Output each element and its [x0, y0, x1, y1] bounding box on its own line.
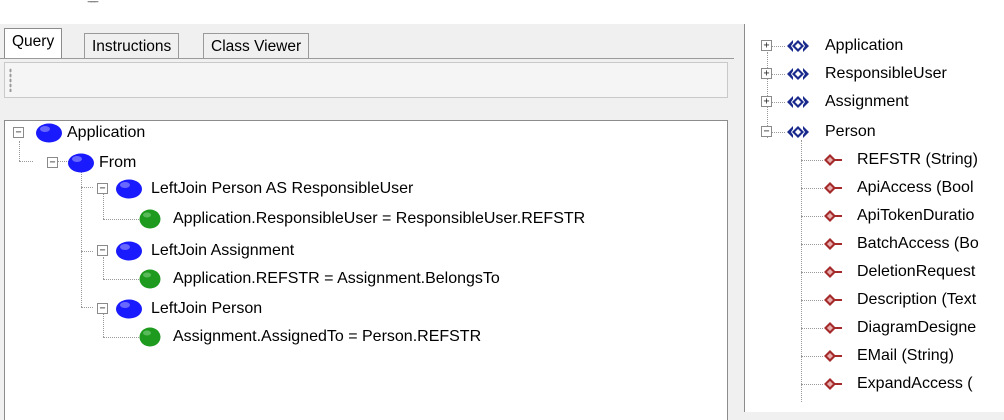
attribute-node[interactable]: ApiTokenDuratio	[745, 204, 1004, 228]
tab-instructions[interactable]: Instructions	[84, 33, 180, 59]
tree-node-label: LeftJoin Person AS ResponsibleUser	[151, 180, 414, 197]
collapse-toggle-icon[interactable]: −	[47, 157, 58, 168]
attribute-node[interactable]: Description (Text	[745, 288, 1004, 312]
attribute-icon	[824, 322, 842, 334]
condition-node-icon	[139, 327, 161, 347]
attribute-label: Description (Text	[857, 291, 977, 308]
attribute-label: ExpandAccess (	[857, 375, 973, 392]
toolbar-grip-handle[interactable]	[9, 68, 12, 92]
tree-node-leftjoin[interactable]: − LeftJoin Person AS ResponsibleUser	[5, 177, 605, 201]
tree-node-leftjoin[interactable]: − LeftJoin Assignment	[5, 239, 605, 263]
class-icon	[787, 40, 809, 52]
attribute-icon	[824, 266, 842, 278]
class-node-responsibleuser[interactable]: + ResponsibleUser	[745, 62, 1004, 86]
attribute-node[interactable]: DeletionRequest	[745, 260, 1004, 284]
attribute-label: ApiAccess (Bool	[857, 179, 974, 196]
tab-query[interactable]: Query	[4, 28, 63, 58]
tab-strip-border	[0, 58, 734, 59]
collapse-toggle-icon[interactable]: −	[97, 303, 108, 314]
query-pane: Query Instructions Class Viewer − Applic…	[0, 24, 734, 420]
tree-node-label: Application	[67, 124, 146, 141]
condition-node-icon	[139, 269, 161, 289]
attribute-label: ApiTokenDuratio	[857, 207, 975, 224]
entity-node-icon	[68, 153, 94, 173]
toolbar-remnant-glyph: ‾‾‾	[88, 0, 98, 14]
attribute-node[interactable]: ExpandAccess (	[745, 372, 1004, 396]
attribute-icon	[824, 294, 842, 306]
tree-node-label: From	[99, 154, 137, 171]
attribute-label: DeletionRequest	[857, 263, 976, 280]
attribute-icon	[824, 378, 842, 390]
tree-node-label: LeftJoin Assignment	[151, 242, 295, 259]
attribute-icon	[824, 350, 842, 362]
attribute-node[interactable]: BatchAccess (Bo	[745, 232, 1004, 256]
tree-node-join-condition[interactable]: Application.REFSTR = Assignment.BelongsT…	[5, 267, 725, 291]
tree-node-from[interactable]: − From	[5, 151, 305, 175]
attribute-icon	[824, 210, 842, 222]
collapse-toggle-icon[interactable]: −	[97, 245, 108, 256]
class-node-person[interactable]: − Person	[745, 120, 1004, 144]
tree-node-label: Application.ResponsibleUser = Responsibl…	[173, 210, 586, 227]
class-node-label: Person	[825, 123, 876, 140]
class-node-application[interactable]: + Application	[745, 34, 1004, 58]
query-toolbar	[4, 62, 728, 98]
condition-node-icon	[139, 209, 161, 229]
attribute-node[interactable]: DiagramDesigne	[745, 316, 1004, 340]
tree-node-join-condition[interactable]: Assignment.AssignedTo = Person.REFSTR	[5, 325, 725, 349]
collapse-toggle-icon[interactable]: −	[13, 127, 24, 138]
collapse-toggle-icon[interactable]: −	[761, 126, 772, 137]
attribute-node[interactable]: EMail (String)	[745, 344, 1004, 368]
expand-toggle-icon[interactable]: +	[761, 40, 772, 51]
entity-node-icon	[36, 123, 62, 143]
class-tree-view[interactable]: + Application + ResponsibleUser + Assign…	[744, 24, 1004, 412]
attribute-label: BatchAccess (Bo	[857, 235, 979, 252]
expand-toggle-icon[interactable]: +	[761, 68, 772, 79]
class-icon	[787, 126, 809, 138]
tree-node-leftjoin[interactable]: − LeftJoin Person	[5, 297, 605, 321]
tree-node-label: LeftJoin Person	[151, 300, 263, 317]
class-node-label: ResponsibleUser	[825, 65, 947, 82]
tree-node-label: Application.REFSTR = Assignment.BelongsT…	[173, 270, 500, 287]
class-node-label: Application	[825, 37, 904, 54]
tree-node-label: Assignment.AssignedTo = Person.REFSTR	[173, 328, 482, 345]
attribute-label: EMail (String)	[857, 347, 954, 364]
attribute-node[interactable]: ApiAccess (Bool	[745, 176, 1004, 200]
attribute-label: REFSTR (String)	[857, 151, 978, 168]
attribute-icon	[824, 154, 842, 166]
expand-toggle-icon[interactable]: +	[761, 96, 772, 107]
attribute-label: DiagramDesigne	[857, 319, 977, 336]
class-icon	[787, 96, 809, 108]
class-icon	[787, 68, 809, 80]
top-strip: ‾‾‾	[0, 0, 1004, 24]
tree-node-application[interactable]: − Application	[5, 121, 305, 145]
entity-node-icon	[116, 241, 142, 261]
attribute-icon	[824, 182, 842, 194]
tab-class-viewer[interactable]: Class Viewer	[203, 33, 310, 59]
entity-node-icon	[116, 179, 142, 199]
tree-node-join-condition[interactable]: Application.ResponsibleUser = Responsibl…	[5, 207, 725, 231]
class-node-assignment[interactable]: + Assignment	[745, 90, 1004, 114]
class-node-label: Assignment	[825, 93, 909, 110]
query-tree-view[interactable]: − Application − From − LeftJoin Person A…	[4, 120, 728, 420]
attribute-node[interactable]: REFSTR (String)	[745, 148, 1004, 172]
attribute-icon	[824, 238, 842, 250]
entity-node-icon	[116, 299, 142, 319]
collapse-toggle-icon[interactable]: −	[97, 183, 108, 194]
